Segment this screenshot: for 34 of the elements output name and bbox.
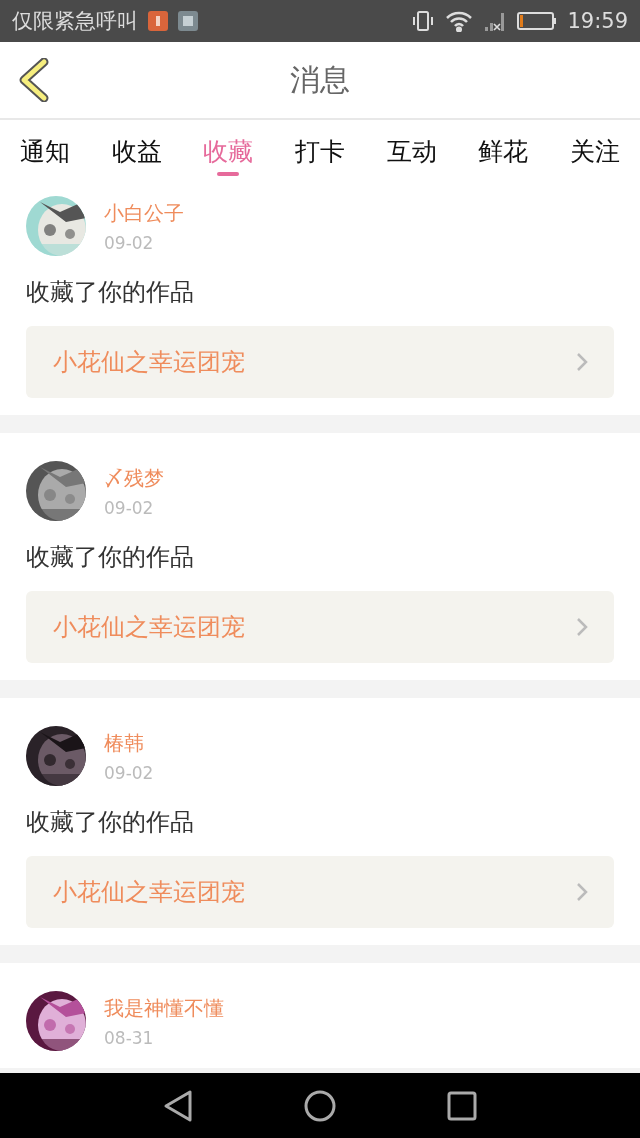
user-name[interactable]: 椿韩 [104, 729, 154, 757]
status-text: 仅限紧急呼叫 [12, 8, 138, 35]
tab[interactable]: 收益 [98, 120, 175, 176]
tab[interactable]: 通知 [7, 120, 83, 176]
message-date: 09-02 [104, 232, 155, 253]
back-triangle-icon[interactable] [162, 1088, 194, 1123]
message-date: 09-02 [104, 497, 155, 518]
user-name[interactable]: 小白公子 [104, 199, 184, 227]
vibrate-icon [411, 9, 436, 33]
home-circle-icon[interactable] [303, 1088, 337, 1123]
message-text: 收藏了你的作品 [26, 542, 195, 573]
message-date: 09-02 [104, 762, 154, 783]
clock-time: 19:59 [567, 9, 628, 33]
page-title: 消息 [290, 60, 350, 99]
work-link[interactable]: 小花仙之幸运团宠 [26, 856, 614, 928]
tab[interactable]: 关注 [556, 120, 633, 176]
tab[interactable]: 收藏 [190, 120, 267, 176]
user-name[interactable]: 我是神懂不懂 [104, 994, 224, 1022]
chevron-right-icon [576, 617, 588, 637]
message-date: 08-31 [104, 1027, 155, 1048]
tab[interactable]: 打卡 [281, 120, 358, 176]
recents-square-icon[interactable] [447, 1090, 477, 1121]
message-text: 收藏了你的作品 [26, 277, 195, 308]
user-name[interactable]: 〆残梦 [104, 464, 164, 492]
back-chevron-icon [18, 58, 50, 102]
chevron-right-icon [576, 352, 588, 372]
chevron-right-icon [576, 882, 588, 902]
message-text: 收藏了你的作品 [26, 807, 195, 838]
battery-icon [517, 11, 558, 31]
wifi-icon [445, 10, 474, 32]
work-link[interactable]: 小花仙之幸运团宠 [26, 591, 614, 663]
tab[interactable]: 鲜花 [465, 120, 542, 176]
work-link[interactable]: 小花仙之幸运团宠 [26, 326, 614, 398]
tab[interactable]: 互动 [373, 120, 450, 176]
